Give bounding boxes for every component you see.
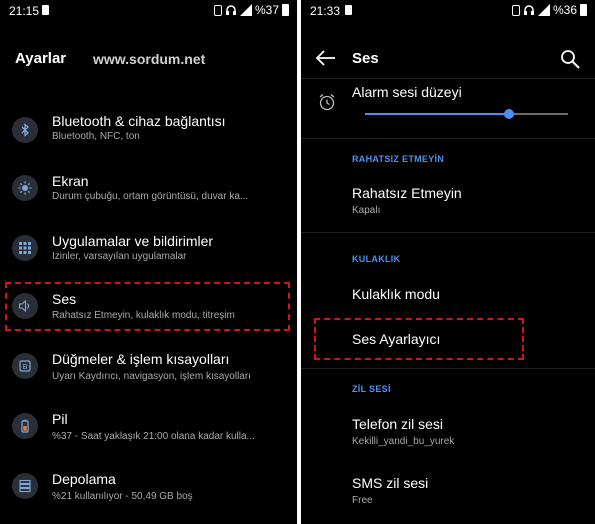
highlight-box-sound bbox=[5, 282, 290, 331]
svg-text:B: B bbox=[23, 363, 28, 371]
buttons-icon: B bbox=[12, 353, 38, 379]
item-title: Depolama bbox=[52, 471, 116, 487]
settings-item-bluetooth[interactable]: Bluetooth & cihaz bağlantısı Bluetooth, … bbox=[0, 105, 297, 165]
phone-ringtone-title: Telefon zil sesi bbox=[352, 416, 444, 432]
sound-settings-screen: 21:33 %36 Ses Alarm sesi düzeyi RAHATSIZ… bbox=[301, 0, 595, 524]
status-bar: 21:15 %37 bbox=[0, 0, 297, 22]
settings-item-battery[interactable]: Pil %37 - Saat yaklaşık 21:00 olana kada… bbox=[0, 405, 297, 465]
highlight-box-equalizer bbox=[314, 318, 524, 360]
section-header-dnd: RAHATSIZ ETMEYİN bbox=[352, 154, 445, 164]
sd-card-icon bbox=[42, 5, 49, 15]
dnd-title: Rahatsız Etmeyin bbox=[352, 185, 462, 201]
headphone-mode-item[interactable]: Kulaklık modu bbox=[301, 276, 595, 314]
settings-item-display[interactable]: Ekran Durum çubuğu, ortam görüntüsü, duv… bbox=[0, 165, 297, 225]
headphones-icon bbox=[225, 5, 236, 15]
item-title: Bluetooth & cihaz bağlantısı bbox=[52, 113, 226, 129]
item-title: Ekran bbox=[52, 173, 89, 189]
item-subtitle: Durum çubuğu, ortam görüntüsü, duvar ka.… bbox=[52, 191, 249, 202]
dnd-item[interactable]: Rahatsız Etmeyin Kapalı bbox=[301, 176, 595, 226]
item-subtitle: Bluetooth, NFC, ton bbox=[52, 131, 140, 142]
sms-ringtone-item[interactable]: SMS zil sesi Free bbox=[301, 465, 595, 515]
item-subtitle: %21 kullanılıyor - 50,49 GB boş bbox=[52, 491, 193, 502]
section-header-headphone: KULAKLIK bbox=[352, 254, 401, 264]
search-icon[interactable] bbox=[559, 48, 581, 70]
settings-item-apps[interactable]: Uygulamalar ve bildirimler İzinler, vars… bbox=[0, 225, 297, 285]
watermark: www.sordum.net bbox=[93, 51, 206, 67]
item-title: Pil bbox=[52, 411, 68, 427]
settings-item-buttons[interactable]: B Düğmeler & işlem kısayolları Uyarı Kay… bbox=[0, 345, 297, 405]
divider bbox=[301, 232, 595, 233]
battery-percent: %37 bbox=[254, 3, 279, 17]
alarm-volume-slider[interactable] bbox=[365, 109, 568, 119]
sms-ringtone-title: SMS zil sesi bbox=[352, 475, 429, 491]
page-title: Ayarlar bbox=[15, 50, 67, 67]
status-time: 21:15 bbox=[9, 4, 40, 18]
battery-status-icon bbox=[580, 4, 587, 16]
phone-ringtone-item[interactable]: Telefon zil sesi Kekilli_yandi_bu_yurek bbox=[301, 406, 595, 456]
alarm-volume-label: Alarm sesi düzeyi bbox=[352, 84, 462, 100]
settings-item-storage[interactable]: Depolama %21 kullanılıyor - 50,49 GB boş bbox=[0, 465, 297, 524]
vibrate-icon bbox=[511, 4, 520, 16]
item-title: Düğmeler & işlem kısayolları bbox=[52, 351, 230, 367]
apps-grid-icon bbox=[12, 235, 38, 261]
headphones-icon bbox=[523, 5, 534, 15]
sms-ringtone-value: Free bbox=[352, 495, 373, 506]
item-subtitle: Uyarı Kaydırıcı, navigasyon, işlem kısay… bbox=[52, 371, 251, 382]
signal-icon bbox=[239, 4, 252, 16]
item-title: Uygulamalar ve bildirimler bbox=[52, 233, 214, 249]
status-bar: 21:33 %36 bbox=[301, 0, 595, 22]
slider-thumb[interactable] bbox=[504, 109, 515, 119]
alarm-clock-icon bbox=[319, 94, 335, 111]
slider-fill bbox=[365, 113, 510, 115]
divider bbox=[301, 368, 595, 369]
headphone-mode-title: Kulaklık modu bbox=[352, 286, 440, 302]
page-title: Ses bbox=[352, 50, 379, 67]
item-subtitle: İzinler, varsayılan uygulamalar bbox=[52, 251, 187, 262]
sd-card-icon bbox=[345, 5, 352, 15]
settings-screen: 21:15 %37 Ayarlar www.sordum.net Bluetoo… bbox=[0, 0, 297, 524]
dnd-status: Kapalı bbox=[352, 205, 381, 216]
battery-icon bbox=[12, 413, 38, 439]
status-time: 21:33 bbox=[310, 4, 341, 18]
bluetooth-icon bbox=[12, 117, 38, 143]
divider bbox=[301, 78, 595, 79]
battery-status-icon bbox=[282, 4, 289, 16]
divider bbox=[301, 138, 595, 139]
vibrate-icon bbox=[213, 4, 222, 16]
brightness-icon bbox=[12, 175, 38, 201]
signal-icon bbox=[537, 4, 550, 16]
back-arrow-icon[interactable] bbox=[315, 48, 337, 68]
item-subtitle: %37 - Saat yaklaşık 21:00 olana kadar ku… bbox=[52, 431, 255, 442]
storage-icon bbox=[12, 473, 38, 499]
section-header-ringtone: ZİL SESİ bbox=[352, 384, 391, 394]
battery-percent: %36 bbox=[552, 3, 577, 17]
phone-ringtone-value: Kekilli_yandi_bu_yurek bbox=[352, 436, 455, 447]
